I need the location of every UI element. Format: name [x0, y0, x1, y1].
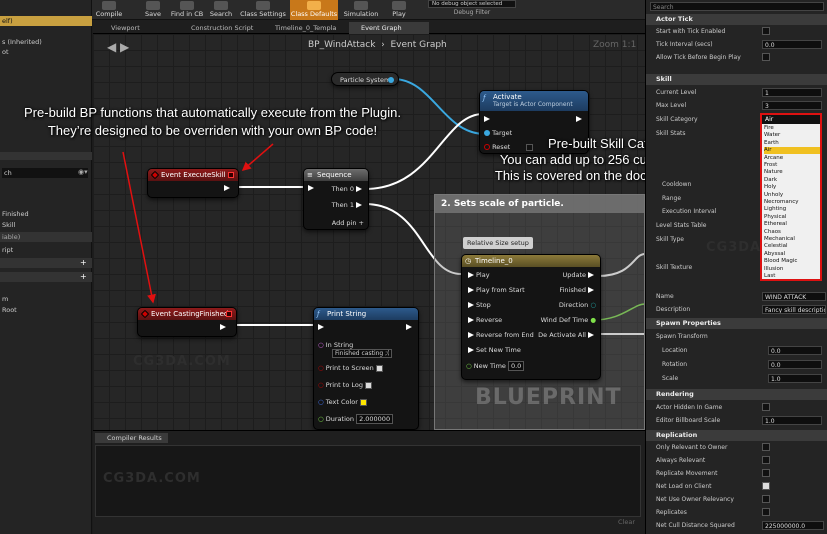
compiler-results-panel: Compiler Results Clear CG3DA.COM [93, 430, 645, 534]
event-graph-canvas[interactable]: ◀ ▶ BP_WindAttack › Event Graph Zoom 1:1… [93, 34, 645, 430]
category-option[interactable]: Ethereal [764, 221, 820, 228]
tab-viewport[interactable]: Viewport [99, 22, 169, 34]
settings-icon [256, 1, 270, 10]
compile-button[interactable]: Compile [94, 0, 124, 20]
category-option[interactable]: Physical [764, 214, 820, 221]
relevant-owner-checkbox[interactable] [762, 443, 770, 451]
eye-icon[interactable]: ◉▾ [78, 168, 88, 176]
graph-item-finished[interactable]: Finished [0, 209, 92, 219]
details-search-input[interactable]: Search [650, 2, 824, 11]
component-item-m[interactable]: m [0, 294, 92, 304]
section-actor-tick[interactable]: Actor Tick [646, 14, 827, 25]
start-tick-checkbox[interactable] [762, 27, 770, 35]
component-inherited[interactable]: s (Inherited) [0, 37, 92, 47]
skill-name-field[interactable]: WIND ATTACK [762, 292, 826, 301]
category-option[interactable]: Nature [764, 169, 820, 176]
defaults-icon [307, 1, 321, 10]
component-root[interactable]: elf) [0, 16, 92, 26]
category-option[interactable]: Water [764, 132, 820, 139]
category-option[interactable]: Blood Magic [764, 258, 820, 265]
component-item-root[interactable]: Root [0, 305, 92, 315]
add-icon[interactable]: + [80, 258, 87, 267]
tab-event-graph[interactable]: Event Graph [349, 22, 429, 34]
tab-compiler-results[interactable]: Compiler Results [95, 433, 168, 443]
variables-header: iable) [0, 232, 92, 242]
category-option[interactable]: Last [764, 273, 820, 280]
category-option[interactable]: Arcane [764, 155, 820, 162]
skill-description-field[interactable]: Fancy skill description [762, 305, 826, 314]
watermark-2: CG3DA.COM [103, 471, 201, 486]
section-header-2 [0, 272, 92, 282]
section-rendering[interactable]: Rendering [646, 389, 827, 400]
category-option[interactable]: Chaos [764, 229, 820, 236]
watermark: CG3DA.COM [133, 354, 231, 369]
editor-tabs: Viewport Construction Script Timeline_0_… [93, 20, 645, 34]
category-option[interactable]: Fire [764, 125, 820, 132]
category-option[interactable]: Mechanical [764, 236, 820, 243]
category-option[interactable]: Frost [764, 162, 820, 169]
search-button[interactable]: Search [207, 0, 235, 20]
tick-interval-field[interactable]: 0.0 [762, 40, 822, 49]
my-blueprint-panel: elf) s (Inherited) ot ch Finished Skill … [0, 0, 92, 534]
debug-filter-label: Debug Filter [453, 9, 491, 16]
spawn-location-field[interactable]: 0.0 [768, 346, 822, 355]
find-icon [180, 1, 194, 10]
always-relevant-checkbox[interactable] [762, 456, 770, 464]
save-button[interactable]: Save [140, 0, 166, 20]
category-option[interactable]: Necromancy [764, 199, 820, 206]
my-blueprint-header [0, 152, 92, 160]
current-level-field[interactable]: 1 [762, 88, 822, 97]
tab-construction-script[interactable]: Construction Script [179, 22, 259, 34]
tab-timeline[interactable]: Timeline_0_Templa [263, 22, 343, 34]
replicate-movement-checkbox[interactable] [762, 469, 770, 477]
clear-button[interactable]: Clear [618, 518, 635, 526]
section-replication[interactable]: Replication [646, 430, 827, 441]
graph-item-script[interactable]: ript [0, 245, 92, 255]
blueprint-search-input[interactable]: ch [2, 168, 88, 178]
section-header [0, 258, 92, 268]
category-option[interactable]: Dark [764, 177, 820, 184]
skill-category-dropdown[interactable]: Air Fire Water Earth Air Arcane Frost Nature Da… [760, 113, 822, 281]
save-icon [146, 1, 160, 10]
net-cull-distance-field[interactable]: 225000000.0 [762, 521, 824, 530]
billboard-scale-field[interactable]: 1.0 [762, 416, 822, 425]
add-icon-2[interactable]: + [80, 272, 87, 281]
category-option[interactable]: Lighting [764, 206, 820, 213]
category-option[interactable]: Celestial [764, 243, 820, 250]
component-root-item[interactable]: ot [0, 47, 92, 57]
simulation-button[interactable]: Simulation [342, 0, 380, 20]
section-skill[interactable]: Skill [646, 74, 827, 85]
actor-hidden-checkbox[interactable] [762, 403, 770, 411]
compile-icon [102, 1, 116, 10]
graph-item-skill[interactable]: Skill [0, 220, 92, 230]
net-use-owner-checkbox[interactable] [762, 495, 770, 503]
debug-object-select[interactable]: No debug object selected [428, 0, 516, 8]
category-option[interactable]: Abyssal [764, 251, 820, 258]
play-icon [392, 1, 406, 10]
category-option[interactable]: Holy [764, 184, 820, 191]
simulation-icon [354, 1, 368, 10]
play-button[interactable]: Play [386, 0, 412, 20]
category-option[interactable]: Air [764, 147, 820, 155]
allow-tick-checkbox[interactable] [762, 53, 770, 61]
category-option[interactable]: Unholy [764, 192, 820, 199]
annotation-bp-functions: Pre-build BP functions that automaticall… [24, 105, 401, 138]
class-defaults-button[interactable]: Class Defaults [290, 0, 338, 20]
find-in-cb-button[interactable]: Find in CB [170, 0, 204, 20]
search-icon [214, 1, 228, 10]
main-toolbar: Compile Save Find in CB Search Class Set… [0, 0, 645, 20]
category-option[interactable]: Earth [764, 140, 820, 147]
net-load-checkbox[interactable] [762, 482, 770, 490]
spawn-scale-field[interactable]: 1.0 [768, 374, 822, 383]
section-spawn-properties[interactable]: Spawn Properties [646, 318, 827, 329]
skill-category-select[interactable]: Air [762, 115, 820, 124]
annotation-arrows [122, 143, 274, 304]
replicates-checkbox[interactable] [762, 508, 770, 516]
category-option[interactable]: Illusion [764, 266, 820, 273]
class-settings-button[interactable]: Class Settings [238, 0, 288, 20]
max-level-field[interactable]: 3 [762, 101, 822, 110]
spawn-rotation-field[interactable]: 0.0 [768, 360, 822, 369]
